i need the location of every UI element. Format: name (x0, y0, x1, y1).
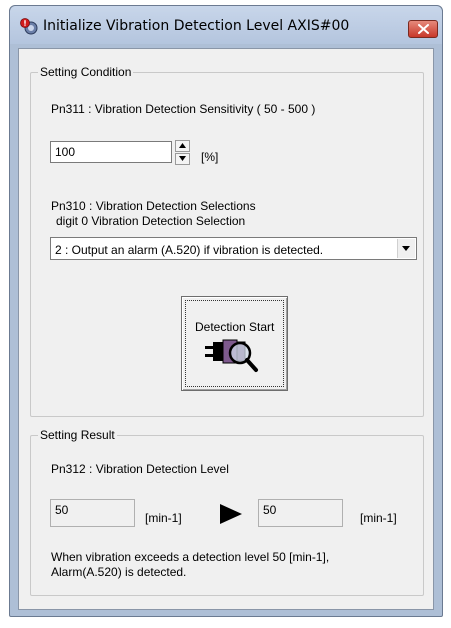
detection-start-button[interactable]: Detection Start (181, 296, 288, 391)
triangle-down-icon (179, 156, 186, 161)
selection-label-line2: digit 0 Vibration Detection Selection (56, 214, 246, 228)
sensitivity-label: Pn311 : Vibration Detection Sensitivity … (51, 102, 316, 116)
setting-result-legend: Setting Result (38, 428, 117, 443)
detection-magnifier-icon (205, 339, 258, 372)
sensitivity-unit: [%] (201, 150, 219, 164)
sensitivity-spin-up[interactable] (175, 140, 190, 152)
setting-condition-legend: Setting Condition (38, 65, 134, 80)
setting-result-group: Setting Result Pn312 : Vibration Detecti… (30, 428, 424, 596)
detection-start-label: Detection Start (195, 320, 275, 334)
level-after-value: 50 (263, 503, 277, 517)
setting-condition-group: Setting Condition Pn311 : Vibration Dete… (30, 65, 424, 417)
detection-level-label: Pn312 : Vibration Detection Level (51, 462, 229, 476)
level-after-unit: [min-1] (360, 511, 397, 525)
chevron-down-icon (402, 246, 410, 251)
dropdown-arrow[interactable] (397, 239, 415, 258)
dialog-client-area: Setting Condition Pn311 : Vibration Dete… (18, 48, 434, 610)
level-after-field: 50 (258, 499, 343, 527)
app-icon (20, 18, 38, 35)
triangle-up-icon (179, 143, 186, 148)
arrow-right-icon (220, 504, 242, 524)
level-before-unit: [min-1] (145, 511, 182, 525)
level-before-value: 50 (55, 503, 69, 517)
selection-label-line1: Pn310 : Vibration Detection Selections (51, 199, 256, 213)
close-icon (418, 24, 429, 34)
sensitivity-value: 100 (55, 145, 76, 159)
title-bar[interactable]: Initialize Vibration Detection Level AXI… (10, 6, 442, 44)
result-message-line1: When vibration exceeds a detection level… (51, 550, 330, 564)
close-button[interactable] (408, 20, 438, 38)
vibration-selection-dropdown[interactable]: 2 : Output an alarm (A.520) if vibration… (50, 237, 417, 260)
dialog-window: Initialize Vibration Detection Level AXI… (9, 5, 443, 617)
result-message-line2: Alarm(A.520) is detected. (51, 565, 187, 579)
vibration-selection-value: 2 : Output an alarm (A.520) if vibration… (55, 243, 324, 257)
sensitivity-spin-down[interactable] (175, 153, 190, 165)
window-title: Initialize Vibration Detection Level AXI… (43, 18, 350, 34)
level-before-field: 50 (50, 499, 135, 527)
sensitivity-input[interactable]: 100 (50, 141, 172, 163)
